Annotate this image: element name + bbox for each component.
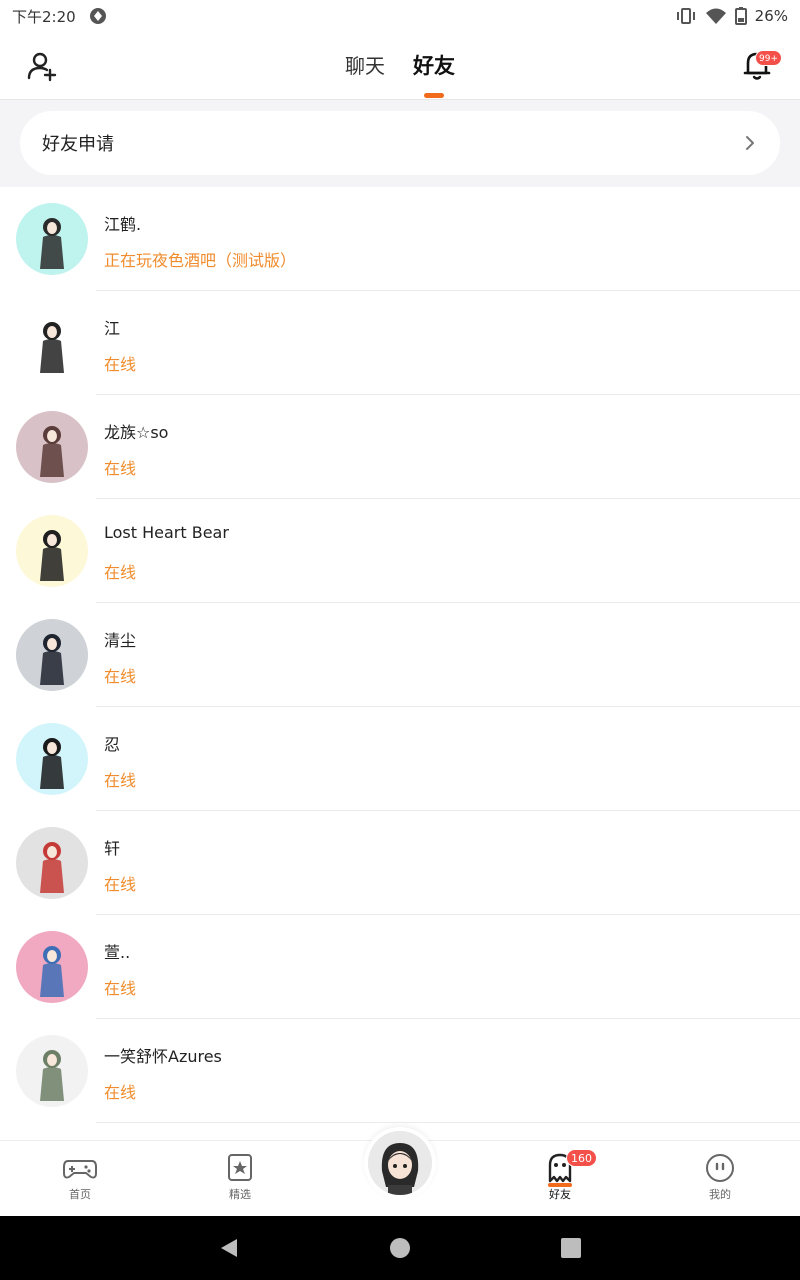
nav-friends-label: 好友 [549, 1188, 571, 1201]
notification-badge: 99+ [755, 50, 782, 66]
friend-list-item[interactable]: 江在线 [0, 291, 800, 395]
center-avatar [368, 1131, 432, 1195]
tab-friends[interactable]: 好友 [413, 32, 455, 100]
gamepad-icon [63, 1160, 97, 1179]
top-header: 聊天 好友 99+ [0, 32, 800, 100]
battery-icon [734, 7, 747, 25]
face-icon [706, 1154, 734, 1182]
friend-list-item[interactable]: 龙族☆so 在线 [0, 395, 800, 499]
friend-status: 正在玩夜色酒吧（测试版） [104, 251, 297, 270]
nav-active-indicator [548, 1183, 572, 1187]
friend-name: Lost Heart Bear [104, 523, 229, 542]
back-icon[interactable] [217, 1236, 241, 1260]
friend-list-item[interactable]: 一笑舒怀Azures 在线 [0, 1019, 800, 1123]
battery-percent: 26% [754, 7, 788, 25]
friends-badge: 160 [566, 1149, 597, 1167]
friend-status: 在线 [104, 771, 137, 790]
header-tabs: 聊天 好友 [0, 32, 800, 100]
friend-list-item[interactable]: Lost Heart Bear 在线 [0, 499, 800, 603]
friend-avatar[interactable] [16, 203, 88, 275]
center-avatar-button[interactable] [364, 1127, 436, 1199]
friend-list-item[interactable]: 清尘 在线 [0, 603, 800, 707]
nav-friends[interactable]: 好友 160 [520, 1149, 600, 1202]
nav-featured[interactable]: 精选 [200, 1153, 280, 1202]
wifi-icon [705, 8, 726, 24]
friend-status: 在线 [104, 667, 137, 686]
friend-name: 江 [104, 319, 121, 338]
friend-request-button[interactable]: 好友申请 [20, 111, 780, 175]
friend-avatar[interactable] [16, 619, 88, 691]
vibrate-icon [676, 8, 695, 24]
status-bar: 下午2:20 26% [0, 0, 800, 32]
friend-name: 清尘 [104, 631, 137, 650]
friend-list-item[interactable]: 萱.. 在线 [0, 915, 800, 1019]
friend-status: 在线 [104, 875, 137, 894]
home-icon[interactable] [388, 1236, 412, 1260]
tab-chat[interactable]: 聊天 [345, 32, 385, 100]
friend-name: 忍 [104, 735, 121, 754]
friend-list-item[interactable]: 江鹤. 正在玩夜色酒吧（测试版） [0, 187, 800, 291]
friend-avatar[interactable] [16, 723, 88, 795]
friend-avatar[interactable] [16, 827, 88, 899]
friend-avatar[interactable] [16, 1035, 88, 1107]
friend-status: 在线 [104, 1083, 137, 1102]
status-time: 下午2:20 [12, 7, 76, 26]
chevron-right-icon [746, 136, 754, 150]
nav-featured-label: 精选 [229, 1188, 251, 1201]
recents-icon[interactable] [559, 1236, 583, 1260]
nav-me[interactable]: 我的 [680, 1153, 760, 1202]
friend-request-section: 好友申请 [0, 100, 800, 187]
friend-status: 在线 [104, 355, 137, 374]
friend-name: 一笑舒怀Azures [104, 1047, 222, 1066]
friend-name: 轩 [104, 839, 121, 858]
friend-list-item[interactable]: 轩在线 [0, 811, 800, 915]
friend-avatar[interactable] [16, 307, 88, 379]
friend-name: 龙族☆so [104, 423, 169, 442]
bottom-nav: 首页 精选 好友 160 我的 [0, 1127, 800, 1216]
friend-status: 在线 [104, 459, 137, 478]
friend-status: 在线 [104, 979, 137, 998]
friend-name: 江鹤. [104, 215, 142, 234]
sync-icon [89, 8, 106, 24]
friend-status: 在线 [104, 563, 137, 582]
friend-list-item[interactable]: 忍在线 [0, 707, 800, 811]
nav-me-label: 我的 [709, 1188, 731, 1201]
friend-name: 萱.. [104, 943, 131, 962]
friends-list: 江鹤. 正在玩夜色酒吧（测试版）江在线 龙族☆so 在线 Lost Heart Bear… [0, 187, 800, 1140]
star-bookmark-icon [228, 1154, 252, 1181]
nav-home[interactable]: 首页 [40, 1153, 120, 1202]
friend-request-label: 好友申请 [42, 134, 114, 155]
row-divider [96, 1122, 800, 1123]
system-nav-bar [0, 1216, 800, 1280]
nav-home-label: 首页 [69, 1188, 91, 1201]
friend-avatar[interactable] [16, 931, 88, 1003]
friend-avatar[interactable] [16, 515, 88, 587]
friend-avatar[interactable] [16, 411, 88, 483]
